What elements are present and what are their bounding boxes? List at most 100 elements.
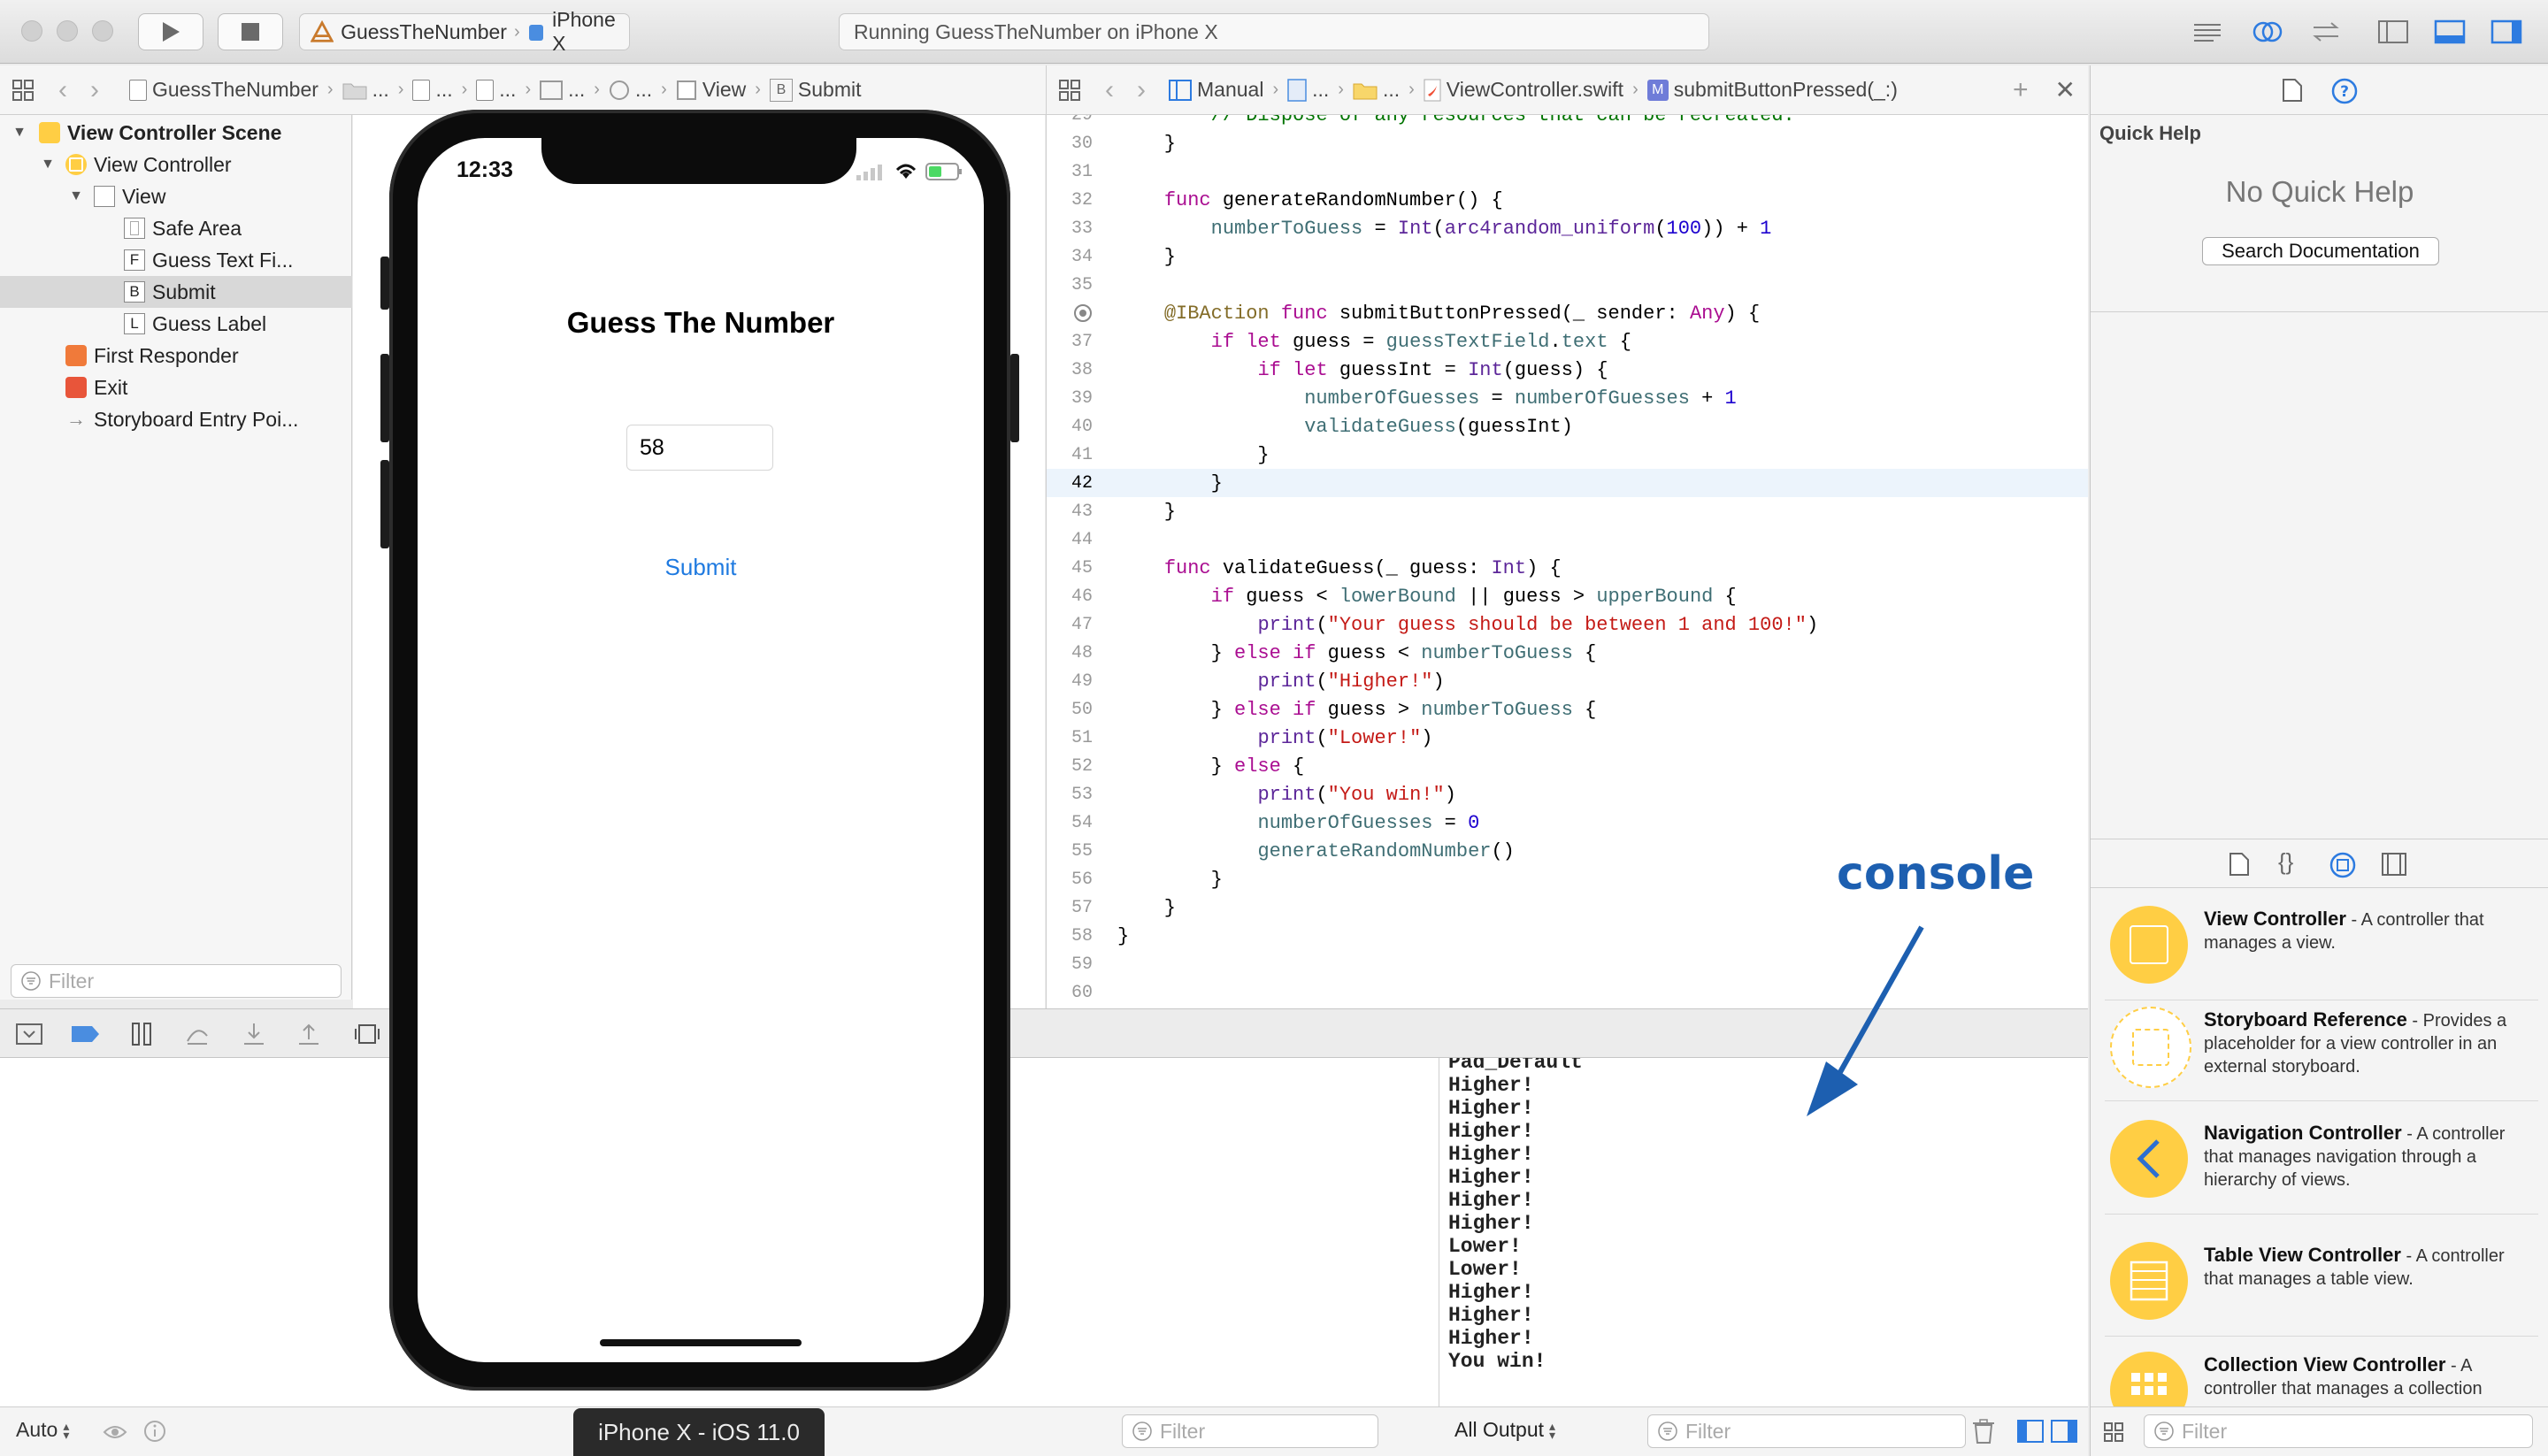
outline-item-entry-point[interactable]: → Storyboard Entry Poi... bbox=[0, 403, 352, 435]
outline-item-label: Safe Area bbox=[152, 216, 242, 240]
library-item-navigation-controller[interactable]: Navigation Controller - A controller tha… bbox=[2105, 1107, 2538, 1215]
outline-item-first-responder[interactable]: First Responder bbox=[0, 340, 352, 372]
arrows-swap-icon bbox=[2313, 22, 2339, 42]
minimize-window-button[interactable] bbox=[57, 20, 78, 42]
ibaction-connection-icon[interactable] bbox=[1073, 303, 1093, 323]
chevron-right-icon: › bbox=[594, 80, 600, 99]
hide-debug-area-icon[interactable] bbox=[16, 1023, 42, 1045]
assistant-editor-button[interactable] bbox=[2251, 18, 2284, 46]
file-template-icon[interactable] bbox=[2229, 852, 2250, 877]
step-out-icon[interactable] bbox=[295, 1022, 322, 1046]
breadcrumb-scene[interactable]: ... bbox=[540, 78, 585, 102]
library-filter-field[interactable]: Filter bbox=[2144, 1414, 2533, 1448]
back-arrow-icon[interactable]: ‹ bbox=[58, 75, 67, 105]
toggle-debug-area-button[interactable] bbox=[2433, 18, 2467, 46]
forward-arrow-icon[interactable]: › bbox=[1137, 75, 1146, 105]
zoom-window-button[interactable] bbox=[92, 20, 113, 42]
toggle-utilities-button[interactable] bbox=[2490, 18, 2523, 46]
outline-item-view[interactable]: ▼ View bbox=[0, 180, 352, 212]
media-library-icon[interactable] bbox=[2381, 852, 2407, 877]
view-hierarchy-icon[interactable] bbox=[354, 1022, 380, 1046]
breadcrumb-label: Manual bbox=[1197, 78, 1264, 101]
outline-item-guess-label[interactable]: L Guess Label bbox=[0, 308, 352, 340]
file-inspector-icon[interactable] bbox=[2282, 78, 2303, 103]
console-output[interactable]: Pad_Default Higher! Higher! Higher! Higher! H… bbox=[1439, 1058, 2088, 1406]
step-into-icon[interactable] bbox=[241, 1022, 267, 1046]
related-items-icon[interactable] bbox=[1057, 78, 1082, 103]
home-indicator[interactable] bbox=[600, 1339, 802, 1346]
toggle-navigator-button[interactable] bbox=[2376, 18, 2410, 46]
split-view-icon bbox=[1169, 79, 1192, 101]
back-arrow-icon[interactable]: ‹ bbox=[1105, 75, 1114, 105]
step-over-icon[interactable] bbox=[184, 1022, 211, 1046]
code-line: 44 bbox=[1071, 529, 1093, 550]
object-library-icon[interactable] bbox=[2329, 852, 2356, 878]
disclosure-triangle-icon[interactable]: ▼ bbox=[67, 188, 85, 204]
guess-text-field[interactable]: 58 bbox=[626, 425, 773, 471]
stop-button[interactable] bbox=[218, 13, 283, 50]
breadcrumb-storyboard-base[interactable]: ... bbox=[476, 78, 516, 102]
outline-item-guess-text-field[interactable]: F Guess Text Fi... bbox=[0, 244, 352, 276]
grid-view-icon[interactable] bbox=[2103, 1422, 2124, 1443]
version-editor-button[interactable] bbox=[2309, 18, 2343, 46]
outline-item-submit[interactable]: B Submit bbox=[0, 276, 352, 308]
utilities-panel: ? Quick Help No Quick Help Search Docume… bbox=[2090, 65, 2548, 1456]
code-line: 38 if let guessInt = Int(guess) { bbox=[1071, 358, 1608, 381]
console-line: Lower! bbox=[1448, 1235, 1522, 1258]
scheme-selector[interactable]: GuessTheNumber › iPhone X bbox=[299, 8, 630, 55]
simulator-screen[interactable]: 12:33 Guess The Number 58 Submit bbox=[418, 138, 984, 1362]
breadcrumb-label: ... bbox=[568, 78, 586, 101]
pause-icon[interactable] bbox=[129, 1022, 154, 1046]
outline-item-safe-area[interactable]: Safe Area bbox=[0, 212, 352, 244]
submit-button[interactable]: Submit bbox=[418, 554, 984, 581]
console-output-select[interactable]: All Output ▴ ▾ bbox=[1454, 1418, 1555, 1442]
outline-filter-field[interactable]: Filter bbox=[11, 964, 342, 998]
add-editor-icon[interactable]: + bbox=[2013, 75, 2029, 105]
breadcrumb-folder[interactable]: ... bbox=[342, 78, 389, 102]
quick-help-icon[interactable]: ? bbox=[2331, 78, 2358, 104]
breadcrumb-method[interactable]: MsubmitButtonPressed(_:) bbox=[1646, 78, 1898, 102]
eye-icon[interactable] bbox=[103, 1422, 127, 1443]
breadcrumb-manual[interactable]: Manual bbox=[1169, 78, 1263, 102]
filter-placeholder: Filter bbox=[2182, 1419, 2228, 1443]
library-item-name: View Controller bbox=[2204, 908, 2346, 930]
disclosure-triangle-icon[interactable]: ▼ bbox=[39, 157, 57, 172]
breadcrumb-view-controller[interactable]: ... bbox=[609, 78, 652, 102]
show-console-icon[interactable] bbox=[2051, 1420, 2077, 1443]
quick-help-empty-label: No Quick Help bbox=[2225, 175, 2414, 208]
breadcrumb-project[interactable]: ... bbox=[1287, 78, 1329, 102]
breakpoints-icon[interactable] bbox=[71, 1023, 101, 1045]
code-snippet-icon[interactable]: {} bbox=[2278, 848, 2293, 876]
info-icon[interactable] bbox=[143, 1420, 166, 1443]
breadcrumb-storyboard[interactable]: ... bbox=[412, 78, 453, 102]
library-item-view-controller[interactable]: View Controller - A controller that mana… bbox=[2105, 893, 2538, 1000]
disclosure-triangle-icon[interactable]: ▼ bbox=[11, 125, 28, 141]
code-line: 48 } else if guess < numberToGuess { bbox=[1071, 641, 1597, 664]
breadcrumb-view[interactable]: View bbox=[676, 78, 746, 102]
breadcrumb-submit[interactable]: B Submit bbox=[769, 78, 862, 102]
forward-arrow-icon[interactable]: › bbox=[90, 75, 99, 105]
close-window-button[interactable] bbox=[21, 20, 42, 42]
standard-editor-button[interactable] bbox=[2191, 18, 2224, 46]
run-button[interactable] bbox=[138, 13, 203, 50]
outline-item-view-controller[interactable]: ▼ View Controller bbox=[0, 149, 352, 180]
outline-item-exit[interactable]: Exit bbox=[0, 372, 352, 403]
variables-filter-field[interactable]: Filter bbox=[1122, 1414, 1378, 1448]
bottom-panel-icon bbox=[2434, 19, 2466, 44]
breadcrumb-project[interactable]: GuessTheNumber bbox=[129, 78, 318, 102]
variables-scope-select[interactable]: Auto ▴ ▾ bbox=[16, 1418, 69, 1442]
outline-scene-row[interactable]: ▼ View Controller Scene bbox=[0, 117, 352, 149]
close-editor-icon[interactable]: ✕ bbox=[2055, 75, 2076, 104]
breadcrumb-folder[interactable]: ... bbox=[1353, 78, 1400, 102]
related-items-icon[interactable] bbox=[11, 78, 35, 103]
show-variables-icon[interactable] bbox=[2017, 1420, 2044, 1443]
search-documentation-button[interactable]: Search Documentation bbox=[2202, 237, 2439, 265]
chevron-right-icon: › bbox=[326, 80, 334, 99]
breadcrumb-file[interactable]: ViewController.swift bbox=[1424, 78, 1623, 102]
document-icon bbox=[476, 79, 495, 101]
console-filter-field[interactable]: Filter bbox=[1647, 1414, 1966, 1448]
library-item-table-view-controller[interactable]: Table View Controller - A controller tha… bbox=[2105, 1230, 2538, 1337]
trash-icon[interactable] bbox=[1971, 1418, 1996, 1445]
library-item-storyboard-reference[interactable]: Storyboard Reference - Provides a placeh… bbox=[2105, 994, 2538, 1101]
document-icon bbox=[129, 79, 147, 101]
